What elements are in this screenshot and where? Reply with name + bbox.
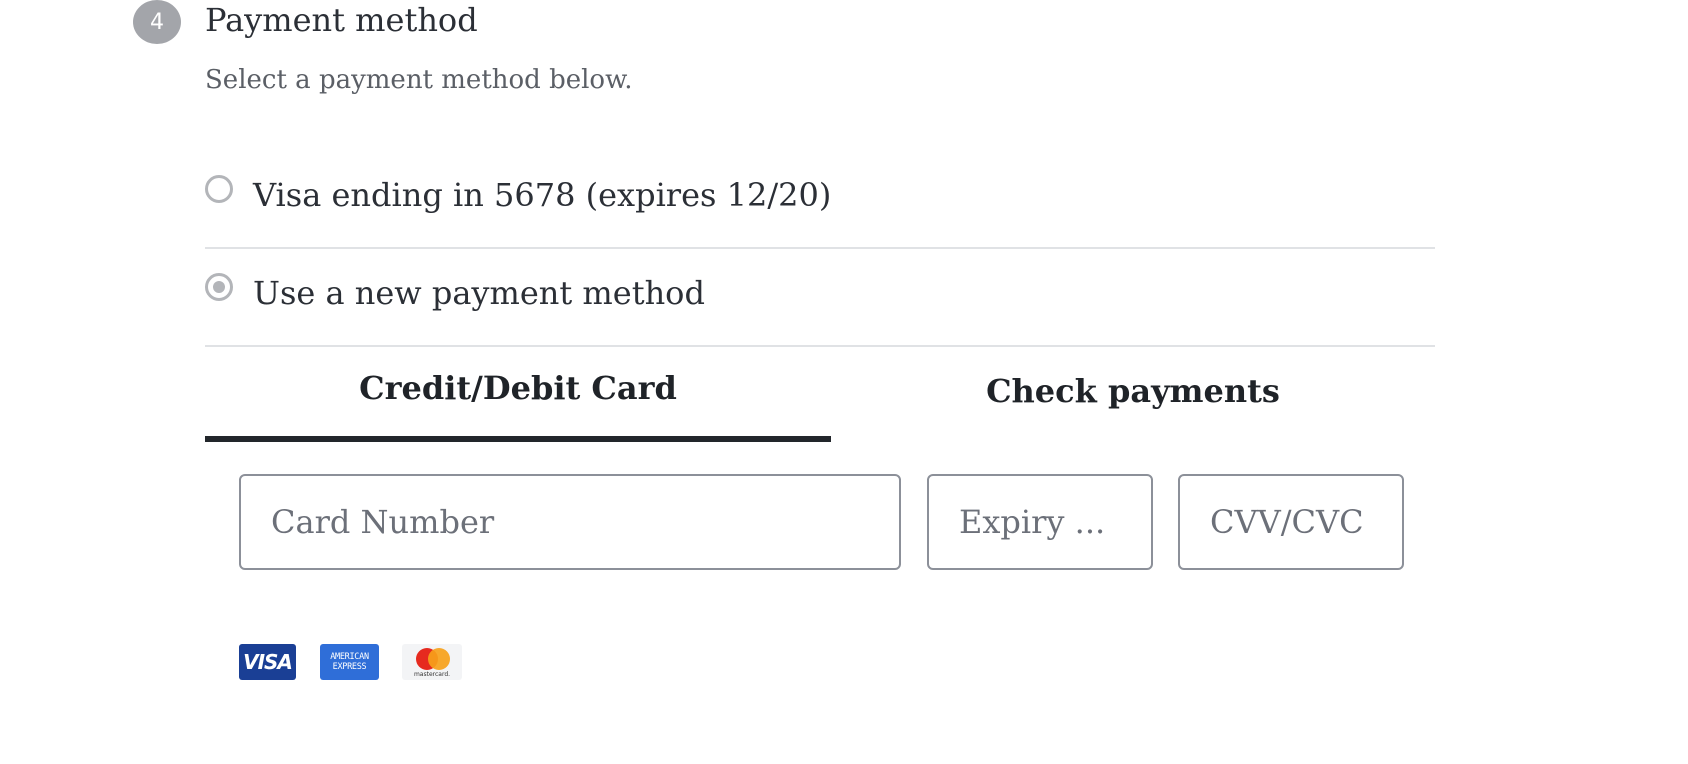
visa-logo-icon: VISA — [239, 644, 296, 680]
payment-option-label: Visa ending in 5678 (expires 12/20) — [253, 176, 832, 214]
section-title: Payment method — [205, 1, 478, 39]
step-number-badge: 4 — [133, 0, 181, 44]
payment-option-saved-visa[interactable]: Visa ending in 5678 (expires 12/20) — [205, 149, 1435, 249]
amex-logo-text-line1: AMERICAN — [330, 652, 369, 662]
cvv-input[interactable] — [1178, 474, 1404, 570]
amex-logo-icon: AMERICAN EXPRESS — [320, 644, 379, 680]
payment-option-label: Use a new payment method — [253, 274, 705, 312]
radio-button-selected[interactable] — [205, 273, 233, 301]
radio-button[interactable] — [205, 175, 233, 203]
mastercard-logo-icon: mastercard. — [402, 644, 462, 680]
section-subtitle: Select a payment method below. — [205, 65, 633, 95]
mastercard-logo-text: mastercard. — [413, 670, 451, 678]
mastercard-circles-icon — [412, 647, 452, 671]
payment-option-new-method[interactable]: Use a new payment method — [205, 247, 1435, 347]
expiry-input[interactable] — [927, 474, 1153, 570]
tab-check-payments[interactable]: Check payments — [831, 350, 1435, 442]
payment-type-tabs: Credit/Debit Card Check payments — [205, 350, 1435, 442]
amex-logo-text-line2: EXPRESS — [332, 662, 367, 672]
tab-credit-debit-card[interactable]: Credit/Debit Card — [205, 350, 831, 442]
card-number-input[interactable] — [239, 474, 901, 570]
